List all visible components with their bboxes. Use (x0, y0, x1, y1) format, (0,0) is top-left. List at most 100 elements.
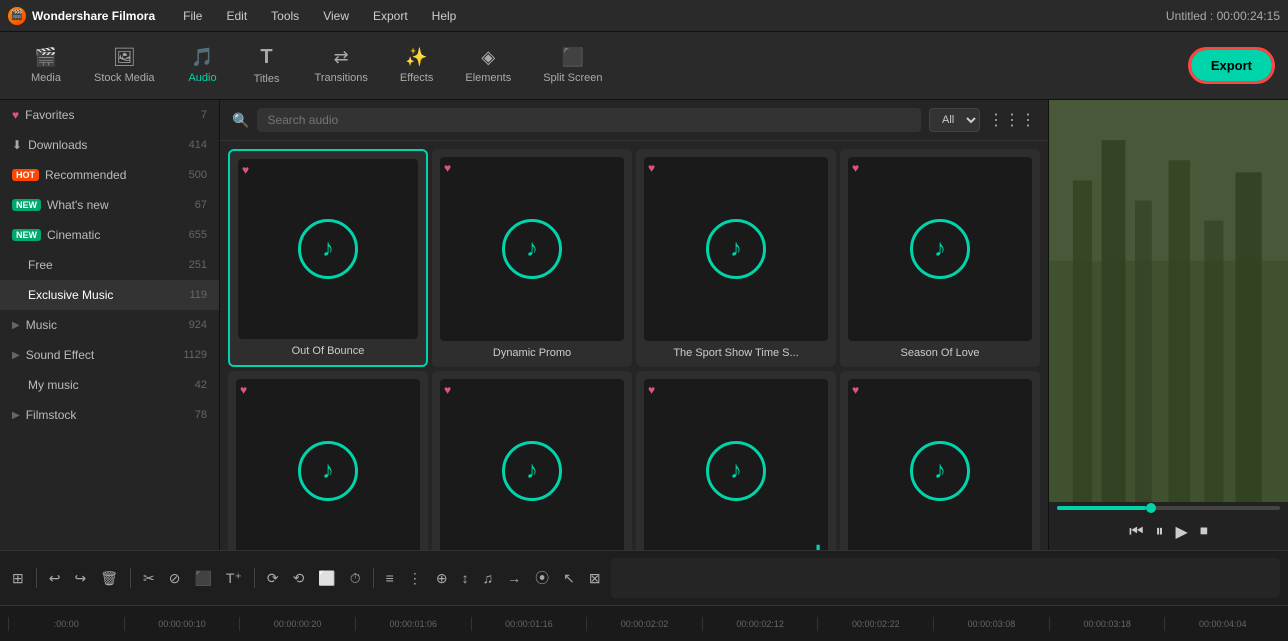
tl-no-cut-button[interactable]: ⊘ (165, 566, 185, 591)
card-title: Out Of Bounce (238, 345, 418, 357)
menu-export[interactable]: Export (369, 7, 412, 25)
ruler-mark: 00:00:02:22 (817, 617, 933, 631)
menu-file[interactable]: File (179, 7, 206, 25)
sidebar-item-cinematic[interactable]: NEW Cinematic 655 (0, 220, 219, 250)
sidebar-item-whats-new[interactable]: NEW What's new 67 (0, 190, 219, 220)
stock-icon: 🖼 (113, 47, 136, 68)
menu-edit[interactable]: Edit (222, 7, 251, 25)
audio-card[interactable]: ♥ ♪ Party Game (432, 371, 632, 550)
tl-box-button[interactable]: ⊠ (585, 566, 605, 591)
audio-card[interactable]: ♥ ♪ High Electronic Line (228, 371, 428, 550)
audio-card[interactable]: ♥ ♪ Dynamic Promo (432, 149, 632, 367)
tool-titles[interactable]: T Titles (237, 40, 297, 91)
menu-view[interactable]: View (319, 7, 353, 25)
filmstock-expand-icon: ▶ (12, 410, 20, 421)
sidebar-item-music[interactable]: ▶ Music 924 (0, 310, 219, 340)
favorite-heart-icon: ♥ (444, 383, 451, 397)
sidebar-item-favorites[interactable]: ♥ Favorites 7 (0, 100, 219, 130)
timeline-track (611, 558, 1280, 598)
music-count: 924 (189, 319, 207, 331)
tl-crop-button[interactable]: ⬛ (190, 566, 215, 591)
card-thumbnail: ♥ ♪ (440, 157, 624, 341)
filter-select[interactable]: All (929, 108, 980, 132)
sidebar-item-downloads[interactable]: ⬇ Downloads 414 (0, 130, 219, 160)
tool-effects-label: Effects (400, 72, 433, 84)
tl-delete-button[interactable]: 🗑 (96, 566, 122, 591)
effects-icon: ✨ (405, 47, 427, 68)
app-name: Wondershare Filmora (32, 9, 155, 23)
heart-icon: ♥ (12, 108, 19, 122)
music-note-icon: ♪ (934, 457, 946, 485)
preview-stop-button[interactable]: ⏹ (1200, 523, 1208, 541)
sidebar-item-sound-effect[interactable]: ▶ Sound Effect 1129 (0, 340, 219, 370)
card-thumbnail: ♥ ♪ (238, 159, 418, 339)
timeline: ⊞ ↩ ↪ 🗑 ✂ ⊘ ⬛ T⁺ ⟳ ⟲ ⬜ ⏱ ≡ ⋮ ⊕ ↕ ♫ → ⦿ ↖… (0, 550, 1288, 605)
menu-tools[interactable]: Tools (267, 7, 303, 25)
recommended-count: 500 (189, 169, 207, 181)
tl-rotate-button[interactable]: ⟳ (263, 566, 283, 591)
ruler-mark: 00:00:03:08 (933, 617, 1049, 631)
tl-more-button[interactable]: ⋮ (404, 566, 426, 591)
menu-help[interactable]: Help (428, 7, 461, 25)
music-disc-icon: ♪ (502, 219, 562, 279)
downloads-count: 414 (189, 139, 207, 151)
preview-play-button[interactable]: ▶ (1176, 522, 1188, 542)
tool-transitions[interactable]: ⇄ Transitions (301, 41, 382, 90)
tl-timer-button[interactable]: ⏱ (346, 566, 365, 591)
elements-icon: ◈ (481, 47, 495, 68)
audio-card[interactable]: ♥ ♪ ⬇ The Sport Show Time (636, 371, 836, 550)
tl-zoom-button[interactable]: ↕ (458, 566, 473, 590)
new-badge-1: NEW (12, 199, 41, 211)
tl-target-button[interactable]: ⦿ (531, 564, 553, 592)
audio-card[interactable]: ♥ ♪ Season Of Love (840, 149, 1040, 367)
export-button[interactable]: Export (1191, 50, 1272, 81)
sidebar-item-recommended[interactable]: HOT Recommended 500 (0, 160, 219, 190)
preview-back-button[interactable]: ⏮ (1129, 523, 1143, 541)
logo-icon: 🎬 (8, 7, 26, 25)
sidebar-item-my-music[interactable]: My music 42 (0, 370, 219, 400)
audio-card[interactable]: ♥ ♪ Love Funky Home (840, 371, 1040, 550)
tool-media[interactable]: 🎬 Media (16, 41, 76, 90)
ruler-mark: 00:00:04:04 (1164, 617, 1280, 631)
progress-bar[interactable] (1057, 506, 1280, 510)
audio-card[interactable]: ♥ ♪ The Sport Show Time S... (636, 149, 836, 367)
tl-redo-button[interactable]: ↪ (70, 566, 90, 591)
search-input[interactable] (257, 108, 921, 132)
preview-controls: ⏮ ⏸ ▶ ⏹ (1049, 514, 1288, 550)
tl-cut-button[interactable]: ✂ (139, 566, 159, 591)
audio-card[interactable]: ♥ ♪ Out Of Bounce (228, 149, 428, 367)
card-thumbnail: ♥ ♪ (848, 379, 1032, 550)
tool-split[interactable]: ⬛ Split Screen (529, 41, 616, 90)
sidebar-item-exclusive[interactable]: Exclusive Music 119 (0, 280, 219, 310)
music-note-icon: ♪ (730, 235, 742, 263)
favorite-heart-icon: ♥ (852, 383, 859, 397)
music-label: Music (26, 318, 57, 332)
new-badge-2: NEW (12, 229, 41, 241)
tl-grid-button[interactable]: ⊞ (8, 566, 28, 591)
tl-back-button[interactable]: ↖ (559, 566, 579, 591)
tool-stock[interactable]: 🖼 Stock Media (80, 41, 169, 90)
tl-text-button[interactable]: T⁺ (222, 566, 246, 591)
music-disc-icon: ♪ (706, 441, 766, 501)
tl-move-button[interactable]: → (503, 566, 525, 590)
preview-play-pause-button[interactable]: ⏸ (1156, 523, 1164, 541)
tl-blank-button[interactable]: ⬜ (314, 566, 339, 591)
music-disc-icon: ♪ (706, 219, 766, 279)
search-icon[interactable]: 🔍 (232, 112, 249, 129)
tl-separator-3 (254, 568, 255, 588)
audio-icon: 🎵 (191, 47, 213, 68)
tl-audio-btn[interactable]: ♫ (479, 566, 498, 590)
card-thumbnail: ♥ ♪ ⬇ (644, 379, 828, 550)
preview-panel: ⏮ ⏸ ▶ ⏹ (1048, 100, 1288, 550)
tl-add-button[interactable]: ⊕ (432, 566, 452, 591)
tl-undo-button[interactable]: ↩ (45, 566, 65, 591)
sidebar-item-filmstock[interactable]: ▶ Filmstock 78 (0, 400, 219, 430)
sidebar-item-free[interactable]: Free 251 (0, 250, 219, 280)
whats-new-label: What's new (47, 198, 109, 212)
tl-flip-button[interactable]: ⟲ (289, 566, 309, 591)
grid-toggle-button[interactable]: ⋮⋮⋮ (988, 110, 1036, 130)
tool-audio[interactable]: 🎵 Audio (173, 41, 233, 90)
tool-elements[interactable]: ◈ Elements (451, 41, 525, 90)
tool-effects[interactable]: ✨ Effects (386, 41, 447, 90)
tl-mix-button[interactable]: ≡ (382, 566, 398, 590)
